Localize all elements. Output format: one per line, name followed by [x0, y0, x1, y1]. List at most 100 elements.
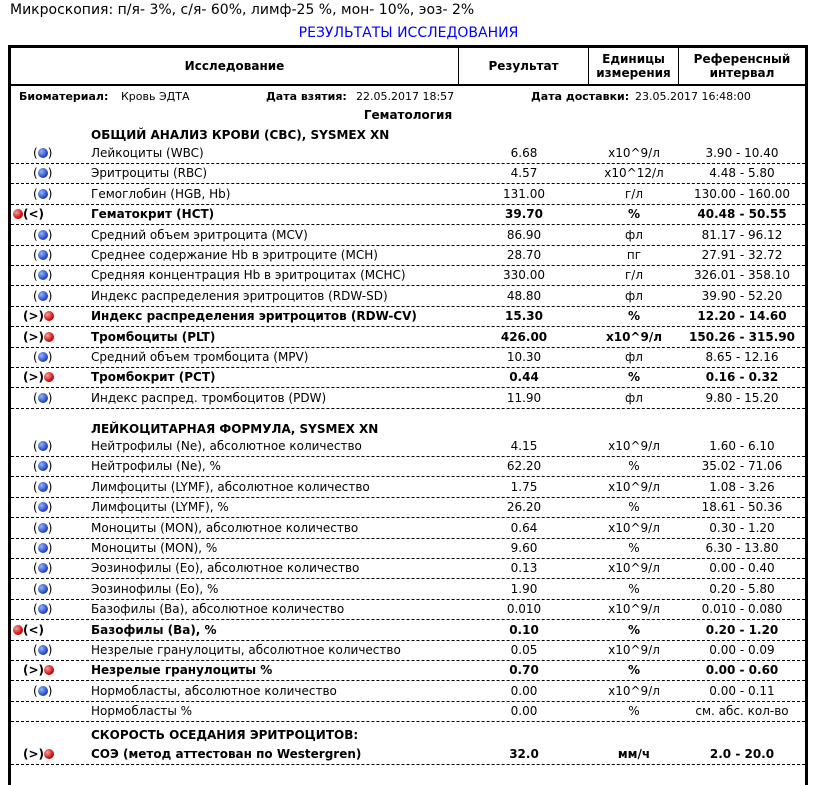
group-wbc: ЛЕЙКОЦИТАРНАЯ ФОРМУЛА, SYSMEX XN — [91, 422, 379, 436]
red-ball-icon — [44, 372, 55, 383]
blue-ball-icon — [37, 441, 48, 451]
ref-interval: 150.26 - 315.90 — [689, 329, 795, 344]
table-row: () Нормобласты, абсолютное количество 0.00… — [11, 682, 805, 702]
unit-value: г/л — [624, 268, 644, 283]
table-row: () Гемоглобин (HGB, Hb) 131.00 г/л 130.00 - … — [11, 185, 805, 205]
ref-interval: 326.01 - 358.10 — [694, 268, 790, 283]
test-name: Эозинофилы (Eo), % — [91, 581, 219, 596]
ref-interval: 0.20 - 1.20 — [705, 622, 779, 637]
flag-open: ( — [33, 520, 38, 535]
table-row: () Лейкоциты (WBC) 6.68 x10^9/л 3.90 - 10.40 — [11, 144, 805, 164]
unit-value: фл — [625, 288, 643, 303]
test-name: Эритроциты (RBC) — [91, 166, 208, 181]
blue-ball-icon — [37, 168, 48, 179]
unit-value: % — [627, 207, 641, 222]
flag-open: ( — [33, 439, 38, 453]
table-row: (>) Тромбоциты (PLT) 426.00 x10^9/л 150.26 -… — [11, 328, 805, 348]
flag-close: ) — [47, 439, 53, 453]
table-row: () Лимфоциты (LYMF), абсолютное количеств… — [11, 478, 805, 498]
test-name: Средний объем тромбоцита (MPV) — [91, 350, 309, 364]
ref-interval: 0.16 - 0.32 — [705, 370, 779, 385]
red-ball-icon — [44, 749, 55, 759]
red-ball-icon — [44, 311, 55, 322]
flag-open: ( — [33, 227, 38, 242]
ref-interval: 0.00 - 0.40 — [709, 561, 775, 576]
result-value: 0.70 — [509, 663, 539, 678]
ref-interval: 0.00 - 0.11 — [709, 683, 775, 698]
result-value: 26.20 — [506, 500, 542, 515]
unit-value: x10^9/л — [608, 479, 660, 494]
result-value: 426.00 — [500, 329, 548, 344]
result-value: 15.30 — [505, 309, 543, 324]
flag-cell: (>) — [23, 370, 77, 384]
flag-cell: () — [33, 268, 87, 282]
unit-value: % — [628, 541, 640, 555]
header-test: Исследование — [11, 48, 459, 84]
test-name: Моноциты (MON), абсолютное количество — [91, 520, 359, 535]
test-name: Нормобласты, абсолютное количество — [91, 683, 337, 698]
ref-interval: 39.90 - 52.20 — [701, 288, 783, 303]
flag-cell: () — [33, 561, 87, 575]
blue-ball-icon — [37, 583, 48, 594]
test-name: Индекс распределения эритроцитов (RDW-SD… — [91, 288, 388, 303]
table-row: (<) Базофилы (Ba), % 0.10% 0.20 - 1.20 — [11, 621, 805, 641]
flag-text: (>) — [23, 309, 45, 324]
table-row: (>) Тромбокрит (PCT) 0.44% 0.16 - 0.32 — [11, 368, 805, 389]
result-value: 131.00 — [503, 186, 545, 201]
header-ref: Референсный интервал — [693, 52, 791, 80]
flag-close: ) — [47, 390, 53, 405]
table-row: () Среднее содержание Hb в эритроците (MC… — [11, 246, 805, 266]
unit-value: x10^9/л — [608, 146, 660, 160]
test-name: Эозинофилы (Eo), абсолютное количество — [91, 561, 360, 576]
flag-close: ) — [47, 602, 53, 617]
flag-close: ) — [47, 561, 53, 576]
flag-open: ( — [33, 643, 38, 657]
result-value: 39.70 — [505, 207, 543, 222]
flag-close: ) — [47, 248, 53, 262]
flag-open: ( — [33, 268, 38, 283]
table-row: () Индекс распределения эритроцитов (RDW-… — [11, 287, 805, 307]
result-value: 1.90 — [510, 581, 538, 596]
table-row: () Эозинофилы (Eo), абсолютное количество… — [11, 559, 805, 580]
unit-value: x10^9/л — [608, 561, 660, 576]
flag-cell: () — [33, 602, 87, 616]
result-value: 0.10 — [509, 622, 539, 637]
flag-cell: () — [33, 684, 87, 698]
group-esr: СКОРОСТЬ ОСЕДАНИЯ ЭРИТРОЦИТОВ: — [91, 728, 359, 742]
flag-cell: () — [33, 500, 87, 514]
blue-ball-icon — [37, 604, 48, 615]
blue-ball-icon — [37, 392, 48, 403]
table-row: () Лимфоциты (LYMF), % 26.20% 18.61 - 50.36 — [11, 498, 805, 519]
red-ball-icon — [44, 665, 55, 676]
test-name: Индекс распределения эритроцитов (RDW-CV… — [91, 309, 417, 324]
flag-open: ( — [33, 350, 38, 364]
test-name: Средняя концентрация Hb в эритроцитах (M… — [91, 268, 406, 283]
unit-value: % — [628, 500, 640, 515]
blue-ball-icon — [37, 645, 48, 655]
unit-value: г/л — [624, 186, 644, 201]
result-value: 1.75 — [510, 479, 538, 494]
flag-cell: () — [33, 459, 87, 473]
result-value: 4.57 — [510, 166, 538, 181]
flag-text: (<) — [23, 622, 45, 637]
flag-close: ) — [47, 683, 53, 698]
result-value: 0.05 — [510, 643, 538, 657]
ref-interval: 9.80 - 15.20 — [705, 390, 779, 405]
table-row: (>) Незрелые гранулоциты % 0.70% 0.00 - 0.6… — [11, 661, 805, 682]
test-name: Тромбокрит (PCT) — [91, 370, 216, 385]
blue-ball-icon — [37, 148, 48, 158]
table-row: () Средний объем тромбоцита (MPV) 10.30 фл 8… — [11, 348, 805, 368]
unit-value: x10^9/л — [608, 643, 660, 657]
taken-value: 22.05.2017 18:57 — [356, 90, 455, 103]
red-ball-icon — [13, 209, 23, 220]
test-name: Нейтрофилы (Ne), абсолютное количество — [91, 439, 362, 453]
flag-cell: (>) — [23, 309, 77, 323]
result-value: 4.15 — [510, 439, 538, 453]
table-row: () Незрелые гранулоциты, абсолютное колич… — [11, 641, 805, 661]
flag-close: ) — [47, 541, 53, 555]
flag-cell: () — [33, 582, 87, 596]
flag-open: ( — [33, 581, 38, 596]
flag-text: (>) — [23, 329, 45, 344]
unit-value: % — [627, 309, 641, 324]
delivered-label: Дата доставки: — [531, 90, 630, 103]
